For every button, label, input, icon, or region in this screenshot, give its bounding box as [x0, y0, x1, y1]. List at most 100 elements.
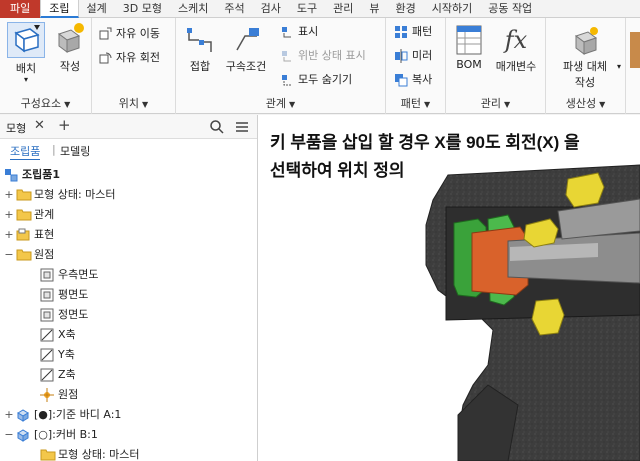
tab-assemble[interactable]: 조립	[40, 0, 79, 18]
tree-node-label: 모형 상태: 마스터	[58, 448, 140, 461]
plane-icon	[40, 308, 54, 322]
yellow-bearing-bottom	[531, 298, 565, 336]
close-icon[interactable]: ✕	[34, 118, 45, 133]
tree-node[interactable]: + 표현	[4, 225, 54, 245]
axis-icon	[40, 328, 54, 342]
tree-node[interactable]: Z축	[28, 365, 76, 385]
join-button[interactable]: 접합	[184, 26, 216, 74]
hide-all-icon	[282, 75, 291, 86]
tree-node-label: 모형 상태: 마스터	[34, 188, 116, 201]
tree-node-label: X축	[58, 328, 76, 341]
tree-node-label: 표현	[34, 228, 55, 241]
hamburger-menu-icon[interactable]	[235, 120, 249, 134]
instruction-caption: 키 부품을 삽입 할 경우 X를 90도 회전(X) 을 선택하여 위치 정의	[270, 129, 640, 185]
tree-node-label: 평면도	[58, 288, 89, 301]
free-rotate-button[interactable]: 자유 회전	[98, 48, 160, 68]
tab-3d-model[interactable]: 3D 모형	[115, 0, 170, 18]
tree-node-label: Y축	[58, 348, 75, 361]
subtab-assembly[interactable]: 조립품	[10, 143, 41, 160]
expand-icon[interactable]: +	[4, 185, 14, 205]
browser-title[interactable]: 모형	[6, 120, 26, 136]
folder-icon	[16, 248, 32, 262]
tab-design[interactable]: 설계	[79, 0, 115, 18]
tab-environments[interactable]: 환경	[387, 0, 423, 18]
tab-annotate[interactable]: 주석	[216, 0, 252, 18]
tab-file[interactable]: 파일	[0, 0, 41, 18]
place-icon	[7, 22, 45, 58]
tree-node[interactable]: 조립품1	[4, 165, 60, 185]
tree-node[interactable]: 우측면도	[28, 265, 98, 285]
expand-icon[interactable]: +	[4, 205, 14, 225]
tab-tools[interactable]: 도구	[289, 0, 325, 18]
create-button[interactable]: 작성	[52, 22, 88, 74]
collapse-icon[interactable]: −	[4, 425, 14, 445]
tab-collaborate[interactable]: 공동 작업	[480, 0, 540, 18]
tree-node-label: 정면도	[58, 308, 89, 321]
tab-inspect[interactable]: 검사	[253, 0, 289, 18]
productivity-panel-title[interactable]: 생산성 ▼	[546, 95, 625, 111]
pattern-button[interactable]: 패턴	[394, 22, 432, 42]
add-tab-icon[interactable]: +	[58, 116, 71, 134]
copy-button[interactable]: 복사	[394, 70, 432, 90]
expand-icon[interactable]: +	[4, 225, 14, 245]
constrain-button[interactable]: 구속조건	[220, 26, 272, 74]
tree-node[interactable]: + 모형 상태: 마스터	[4, 185, 116, 205]
productivity-panel: 파생 대체 작성 ▾ 생산성 ▼	[546, 18, 626, 114]
create-component-icon	[55, 22, 85, 56]
subtab-modeling[interactable]: 모델링	[60, 143, 90, 159]
axis-icon	[40, 348, 54, 362]
bom-button[interactable]: BOM	[452, 24, 486, 71]
parameters-fx-icon: fx	[504, 26, 528, 54]
ribbon-overflow-icon[interactable]	[630, 32, 640, 68]
position-panel: 자유 이동 자유 회전 위치 ▼	[92, 18, 176, 114]
place-label: 배치	[15, 62, 37, 75]
tab-get-started[interactable]: 시작하기	[424, 0, 480, 18]
mirror-button[interactable]: 미러	[394, 46, 432, 66]
join-label: 접합	[189, 60, 211, 73]
place-dropdown-icon[interactable]: ▾	[6, 76, 46, 84]
tree-node[interactable]: + [●]:기준 바디 A:1	[4, 405, 121, 425]
tree-node[interactable]: 모형 상태: 마스터	[28, 445, 140, 461]
point-icon	[40, 388, 54, 402]
assembly-icon	[4, 168, 18, 182]
folder-icon	[40, 448, 56, 461]
component-panel: 배치 ▾ 작성 구성요소 ▼	[0, 18, 92, 114]
representation-icon	[16, 228, 30, 242]
component-panel-title[interactable]: 구성요소 ▼	[0, 95, 91, 111]
show-sick-icon	[282, 51, 291, 62]
collapse-icon[interactable]: −	[4, 245, 14, 265]
place-button[interactable]: 배치 ▾	[6, 22, 46, 84]
tree-node[interactable]: − [○]:커버 B:1	[4, 425, 98, 445]
tree-node[interactable]: 원점	[28, 385, 78, 405]
derived-replace-button[interactable]: 파생 대체 작성	[550, 26, 620, 90]
tree-node[interactable]: + 관계	[4, 205, 54, 225]
tab-view[interactable]: 뷰	[361, 0, 387, 18]
ribbon: 배치 ▾ 작성 구성요소 ▼ 자유 이동 자유 회전 위치 ▼ 접합 구속조건 …	[0, 18, 640, 114]
mirror-icon	[395, 49, 408, 63]
tree-node[interactable]: Y축	[28, 345, 75, 365]
search-icon[interactable]	[209, 119, 225, 135]
tree-node[interactable]: 평면도	[28, 285, 88, 305]
browser-header: 모형 ✕ +	[0, 115, 257, 139]
manage-panel-title[interactable]: 관리 ▼	[446, 95, 545, 111]
free-rotate-icon	[99, 52, 112, 64]
free-move-icon	[99, 27, 112, 40]
tree-node-label: Z축	[58, 368, 76, 381]
derived-replace-dropdown-icon[interactable]: ▾	[617, 62, 621, 71]
expand-icon[interactable]: +	[4, 405, 14, 425]
pattern-panel-title[interactable]: 패턴 ▼	[386, 95, 445, 111]
tree-node[interactable]: − 원점	[4, 245, 54, 265]
free-move-button[interactable]: 자유 이동	[98, 24, 160, 44]
show-button[interactable]: 표시	[280, 22, 318, 42]
tree-node[interactable]: 정면도	[28, 305, 88, 325]
graphics-viewport[interactable]: 키 부품을 삽입 할 경우 X를 90도 회전(X) 을 선택하여 위치 정의	[258, 115, 640, 461]
show-sick-button[interactable]: 위반 상태 표시	[280, 46, 366, 66]
pattern-icon	[395, 26, 407, 38]
tree-node[interactable]: X축	[28, 325, 76, 345]
tab-sketch[interactable]: 스케치	[170, 0, 216, 18]
position-panel-title[interactable]: 위치 ▼	[92, 95, 175, 111]
relationships-panel-title[interactable]: 관계 ▼	[176, 95, 385, 111]
hide-all-button[interactable]: 모두 숨기기	[280, 70, 352, 90]
tab-manage[interactable]: 관리	[325, 0, 361, 18]
parameters-button[interactable]: fx 매개변수	[490, 24, 542, 74]
